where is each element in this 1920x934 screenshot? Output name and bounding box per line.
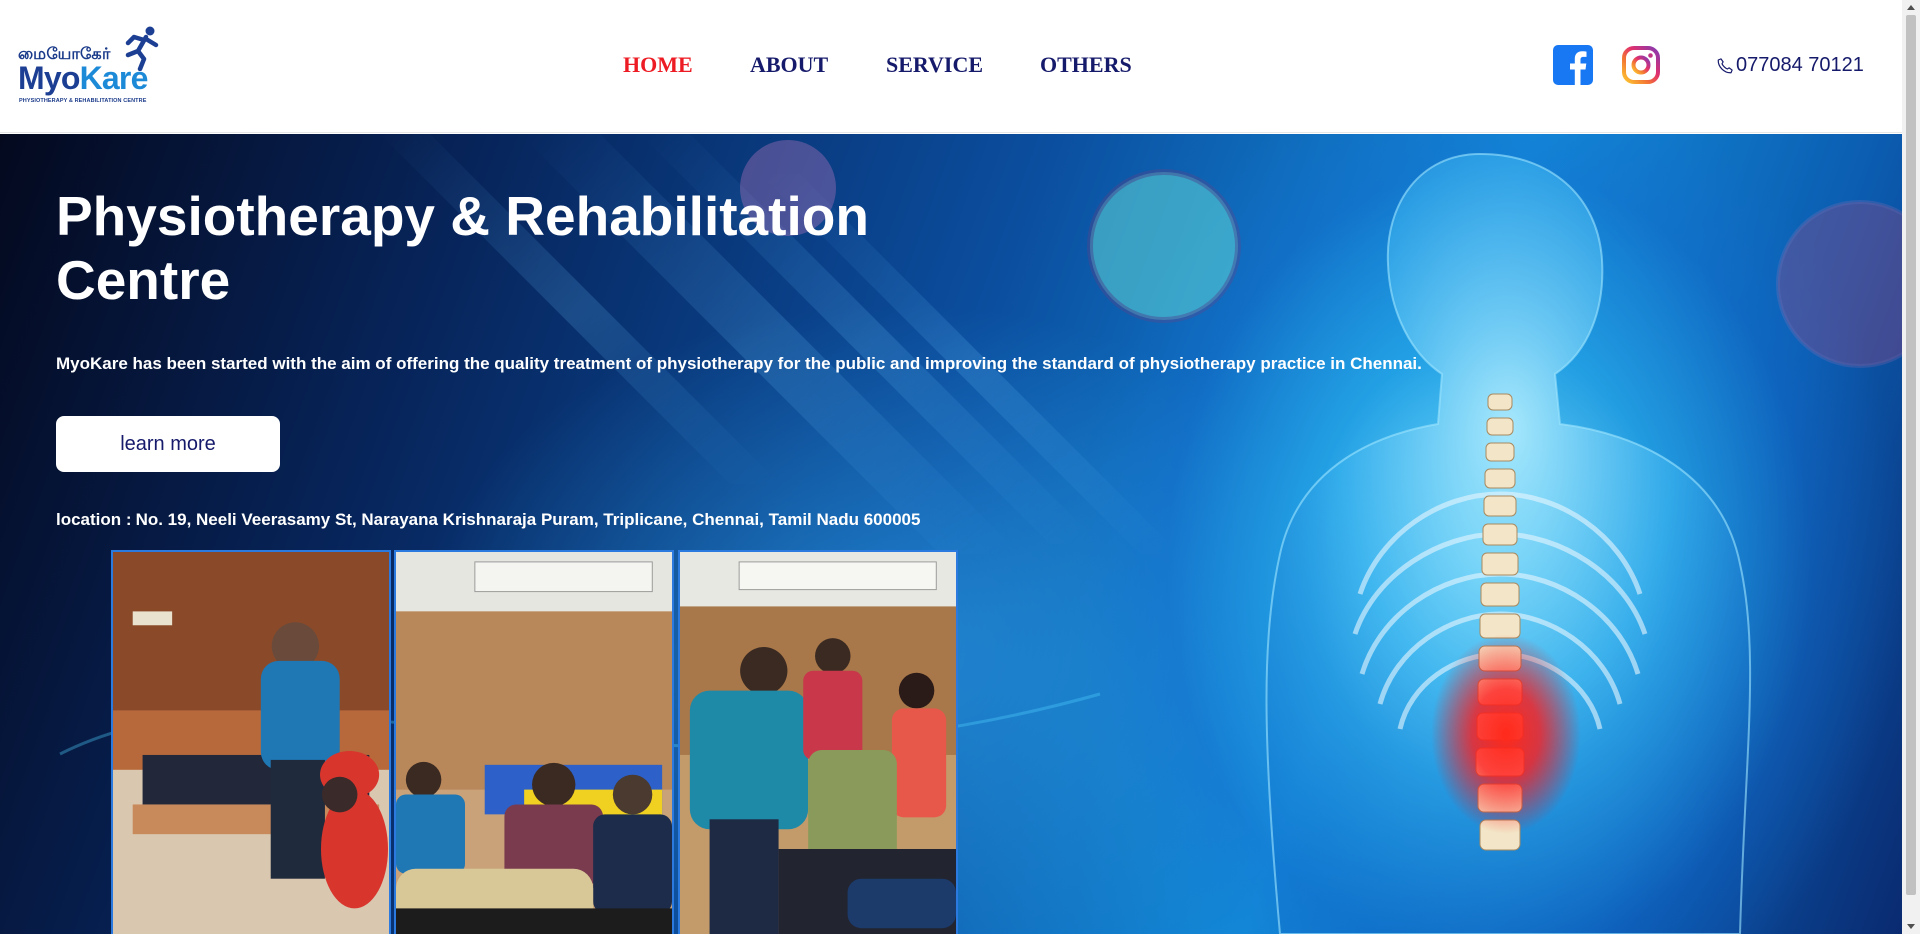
logo-tagline: PHYSIOTHERAPY & REHABILITATION CENTRE (19, 98, 147, 104)
phone-link[interactable]: 077084 70121 (1716, 54, 1864, 77)
location-address: No. 19, Neeli Veerasamy St, Narayana Kri… (135, 510, 921, 529)
phone-icon (1717, 57, 1733, 73)
instagram-icon[interactable] (1621, 45, 1661, 85)
learn-more-button[interactable]: learn more (56, 416, 280, 472)
logo-brand-suffix: Kare (79, 60, 149, 96)
site-header: மையோகேர் MyoKare PHYSIOTHERAPY & REHABIL… (0, 0, 1902, 133)
hero-section: Physiotherapy & Rehabilitation Centre My… (0, 134, 1902, 934)
photo-therapy-session-1 (111, 550, 391, 934)
scroll-down-icon[interactable] (1907, 924, 1915, 929)
location-label: location : (56, 510, 132, 529)
photo-therapy-session-2 (394, 550, 674, 934)
logo[interactable]: மையோகேர் MyoKare PHYSIOTHERAPY & REHABIL… (18, 25, 163, 107)
scroll-up-icon[interactable] (1907, 5, 1915, 10)
hero-description: MyoKare has been started with the aim of… (56, 354, 1422, 373)
nav-others[interactable]: OTHERS (1040, 52, 1132, 78)
logo-brand: MyoKare (18, 61, 148, 95)
phone-number: 077084 70121 (1736, 54, 1864, 76)
nav-home[interactable]: HOME (623, 52, 693, 78)
nav-about[interactable]: ABOUT (750, 52, 828, 78)
photo-therapy-session-3 (678, 550, 958, 934)
page-scrollbar[interactable] (1902, 0, 1920, 934)
facebook-icon[interactable] (1553, 45, 1593, 85)
location-text: location : No. 19, Neeli Veerasamy St, Na… (56, 510, 920, 530)
scroll-thumb[interactable] (1906, 15, 1916, 895)
nav-service[interactable]: SERVICE (886, 52, 983, 78)
hero-title: Physiotherapy & Rehabilitation Centre (56, 185, 869, 311)
logo-brand-prefix: Myo (18, 60, 80, 96)
